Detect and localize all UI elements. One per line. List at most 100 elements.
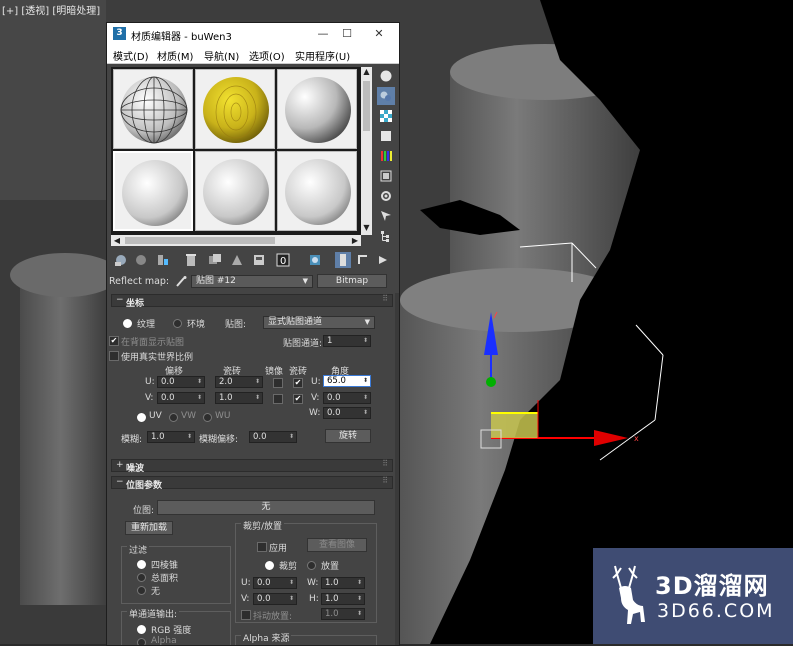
- crop-w-spinner[interactable]: 1.0 ⬍: [321, 577, 365, 589]
- show-end-result-button[interactable]: [335, 252, 351, 268]
- radio-alpha[interactable]: [137, 638, 146, 645]
- noise-rollout-header[interactable]: + 噪波 ⠿: [111, 459, 393, 474]
- menu-utilities[interactable]: 实用程序(U): [295, 48, 350, 63]
- u-mirror-checkbox[interactable]: [273, 378, 283, 388]
- bitmap-params-rollout-header[interactable]: − 位图参数 ⠿: [111, 476, 393, 491]
- make-preview-button[interactable]: [377, 167, 395, 185]
- u-tile-checkbox[interactable]: ✔: [293, 378, 303, 388]
- radio-none[interactable]: [137, 586, 146, 595]
- viewport-label[interactable]: [+] [透视] [明暗处理]: [2, 2, 100, 17]
- radio-environment-label: 环境: [187, 320, 206, 330]
- u-angle-spinner[interactable]: 65.0 ⬍: [323, 375, 371, 387]
- background-button[interactable]: [377, 107, 395, 125]
- map-channel-spinner[interactable]: 1 ⬍: [323, 335, 371, 347]
- radio-vw[interactable]: [169, 413, 178, 422]
- menu-mode[interactable]: 模式(D): [113, 48, 149, 63]
- mapping-dropdown[interactable]: 显式贴图通道 ▼: [263, 316, 375, 329]
- u-tiling-spinner[interactable]: 2.0 ⬍: [215, 376, 263, 388]
- options-button[interactable]: [377, 187, 395, 205]
- reset-map-button[interactable]: [183, 252, 199, 268]
- sample-type-button[interactable]: [377, 67, 395, 85]
- v-angle-spinner[interactable]: 0.0 ⬍: [323, 392, 371, 404]
- scroll-up-icon[interactable]: ▲: [361, 67, 372, 79]
- sample-slot-4[interactable]: [113, 151, 193, 231]
- bitmap-path-button[interactable]: 无: [157, 500, 375, 515]
- sample-slot-2[interactable]: [195, 69, 275, 149]
- radio-wu[interactable]: [203, 413, 212, 422]
- make-unique-button[interactable]: [229, 252, 245, 268]
- video-color-check-button[interactable]: [377, 147, 395, 165]
- radio-pyramidal[interactable]: [137, 560, 146, 569]
- gear-icon: [381, 191, 391, 201]
- material-editor-window[interactable]: 3 材质编辑器 - buWen3 — ☐ ✕ 模式(D) 材质(M) 导航(N)…: [106, 22, 400, 646]
- scroll-right-icon[interactable]: ▶: [349, 235, 361, 246]
- sample-slot-3[interactable]: [277, 69, 357, 149]
- scroll-thumb[interactable]: [125, 237, 275, 244]
- copy-material-button[interactable]: [207, 252, 223, 268]
- menu-material[interactable]: 材质(M): [157, 48, 193, 63]
- map-type-button[interactable]: Bitmap: [317, 274, 387, 288]
- v-offset-spinner[interactable]: 0.0 ⬍: [157, 392, 205, 404]
- crop-u-spinner[interactable]: 0.0 ⬍: [253, 577, 297, 589]
- assign-material-button[interactable]: [155, 252, 171, 268]
- coordinates-rollout-header[interactable]: − 坐标 ⠿: [111, 294, 393, 309]
- u-offset-spinner[interactable]: 0.0 ⬍: [157, 376, 205, 388]
- minimize-button[interactable]: —: [311, 26, 335, 42]
- radio-uv[interactable]: [137, 413, 146, 422]
- parameters-scrollbar[interactable]: [395, 293, 399, 645]
- crop-h-spinner[interactable]: 1.0 ⬍: [321, 593, 365, 605]
- go-to-parent-button[interactable]: [355, 252, 371, 268]
- select-by-material-button[interactable]: [377, 207, 395, 225]
- show-map-in-viewport-button[interactable]: [307, 252, 323, 268]
- close-button[interactable]: ✕: [367, 26, 391, 42]
- blur-offset-spinner[interactable]: 0.0 ⬍: [249, 431, 297, 443]
- crop-v-spinner[interactable]: 0.0 ⬍: [253, 593, 297, 605]
- slots-horizontal-scrollbar[interactable]: ◀ ▶: [111, 235, 361, 246]
- put-to-scene-button[interactable]: [133, 252, 149, 268]
- menu-options[interactable]: 选项(O): [249, 48, 285, 63]
- sample-slot-5[interactable]: [195, 151, 275, 231]
- material-map-navigator-button[interactable]: [377, 227, 395, 245]
- jitter-placement-spinner[interactable]: 1.0 ⬍: [321, 608, 365, 620]
- radio-texture[interactable]: [123, 319, 132, 328]
- material-id-button[interactable]: 0: [275, 252, 291, 268]
- jitter-placement-checkbox[interactable]: [241, 610, 251, 620]
- map-name-text: 贴图 #12: [196, 276, 236, 286]
- put-to-library-button[interactable]: [251, 252, 267, 268]
- radio-place[interactable]: [307, 561, 316, 570]
- apply-checkbox[interactable]: [257, 542, 267, 552]
- eyedropper-icon[interactable]: [175, 275, 187, 287]
- map-name-field[interactable]: 贴图 #12 ▼: [191, 275, 313, 288]
- menu-navigate[interactable]: 导航(N): [204, 48, 239, 63]
- scroll-left-icon[interactable]: ◀: [111, 235, 123, 246]
- tile-column-header: 瓷砖: [289, 367, 308, 377]
- square-icon: [381, 131, 391, 141]
- maximize-button[interactable]: ☐: [335, 26, 359, 42]
- v-tiling-spinner[interactable]: 1.0 ⬍: [215, 392, 263, 404]
- v-mirror-checkbox[interactable]: [273, 394, 283, 404]
- title-bar[interactable]: 3 材质编辑器 - buWen3 — ☐ ✕: [107, 23, 399, 45]
- scroll-down-icon[interactable]: ▼: [361, 223, 372, 235]
- slots-vertical-scrollbar[interactable]: ▲ ▼: [361, 67, 372, 235]
- v-tile-checkbox[interactable]: ✔: [293, 394, 303, 404]
- radio-environment[interactable]: [173, 319, 182, 328]
- uv-tiling-button[interactable]: [377, 127, 395, 145]
- rotate-button[interactable]: 旋转: [325, 429, 371, 443]
- radio-crop[interactable]: [265, 561, 274, 570]
- sample-slot-6[interactable]: [277, 151, 357, 231]
- go-to-parent-icon: [358, 255, 367, 264]
- show-on-back-checkbox[interactable]: ✔: [109, 336, 119, 346]
- get-material-button[interactable]: [113, 252, 129, 268]
- blur-spinner[interactable]: 1.0 ⬍: [147, 431, 195, 443]
- view-image-button[interactable]: 查看图像: [307, 538, 367, 552]
- sample-slot-1[interactable]: [113, 69, 193, 149]
- reload-button[interactable]: 重新加载: [125, 521, 173, 535]
- go-forward-sibling-button[interactable]: [375, 252, 391, 268]
- w-angle-spinner[interactable]: 0.0 ⬍: [323, 407, 371, 419]
- scroll-thumb[interactable]: [363, 81, 370, 131]
- backlight-button[interactable]: [377, 87, 395, 105]
- radio-rgb-intensity[interactable]: [137, 625, 146, 634]
- radio-summed-area[interactable]: [137, 573, 146, 582]
- end-result-icon: [340, 254, 346, 266]
- real-world-scale-checkbox[interactable]: [109, 351, 119, 361]
